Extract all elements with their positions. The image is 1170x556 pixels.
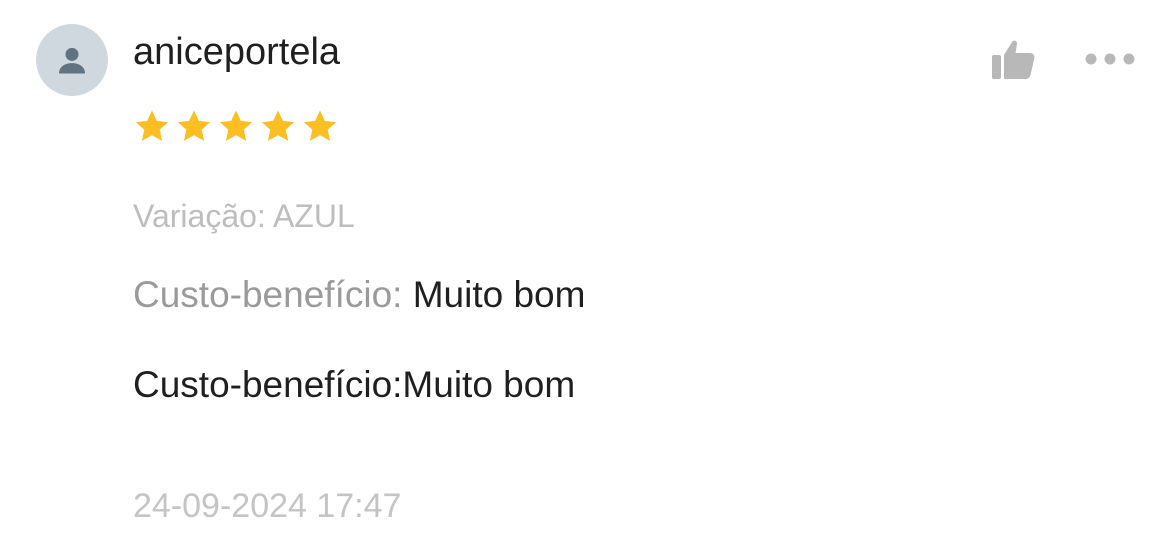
star-icon <box>261 110 295 141</box>
star-icon <box>135 110 169 141</box>
attribute-value: Muito bom <box>412 274 586 315</box>
review-timestamp: 24-09-2024 17:47 <box>133 487 402 525</box>
attribute-label: Custo-benefício: <box>133 274 413 315</box>
username[interactable]: aniceportela <box>133 28 340 76</box>
person-icon <box>58 47 86 74</box>
star-rating <box>133 106 339 148</box>
star-icon <box>303 110 337 141</box>
thumbs-up-icon <box>992 40 1035 79</box>
star-icon <box>219 110 253 141</box>
star-icon <box>177 110 211 141</box>
variation-label: Variação: AZUL <box>133 198 355 234</box>
attribute-line: Custo-benefício: Muito bom <box>133 272 585 318</box>
review-card: aniceportela Variação: AZUL Custo-benefí… <box>0 0 1170 556</box>
more-options-icon <box>1085 53 1135 65</box>
review-comment: Custo-benefício:Muito bom <box>133 364 576 405</box>
like-button[interactable] <box>988 36 1038 82</box>
avatar[interactable] <box>36 24 108 96</box>
more-options-button[interactable] <box>1082 44 1138 74</box>
